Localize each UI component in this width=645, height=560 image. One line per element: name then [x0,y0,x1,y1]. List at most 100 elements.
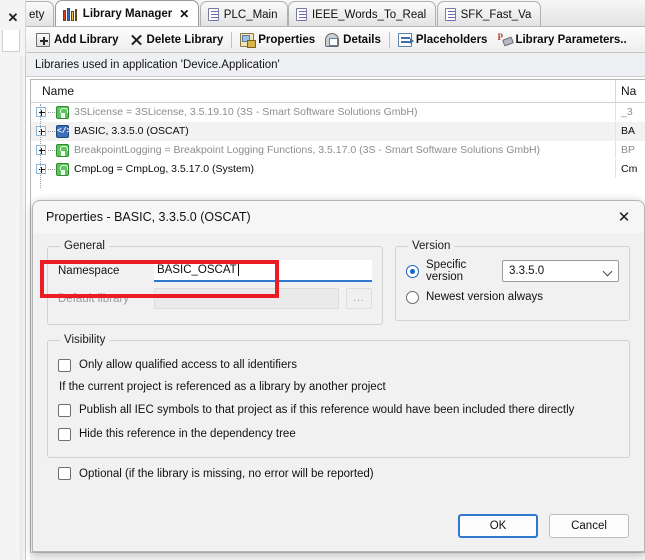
tab-library-manager[interactable]: Library Manager ✕ [54,0,200,26]
row-namespace-cell: BA [615,122,645,140]
tree-connector [48,130,55,132]
placeholders-button[interactable]: Placeholders [393,30,493,50]
publish-symbols-checkbox[interactable] [58,403,71,417]
dialog-title: Properties - BASIC, 3.3.5.0 (OSCAT) [46,210,251,224]
visibility-group: Visibility Only allow qualified access t… [47,334,630,458]
table-row[interactable]: CmpLog = CmpLog, 3.5.17.0 (System) Cm [31,160,645,179]
newest-version-radio[interactable] [406,290,419,304]
details-button[interactable]: Details [320,30,386,50]
dialog-title-bar: Properties - BASIC, 3.3.5.0 (OSCAT) ✕ [33,201,644,234]
library-parameters-icon [497,32,511,47]
publish-symbols-label: Publish all IEC symbols to that project … [79,404,575,416]
books-icon [62,7,78,21]
dialog-button-bar: OK Cancel [458,514,629,538]
library-name: CmpLog = CmpLog, 3.5.17.0 (System) [74,163,255,175]
visibility-legend: Visibility [64,334,106,346]
qualified-access-label: Only allow qualified access to all ident… [79,359,297,371]
qualified-access-row[interactable]: Only allow qualified access to all ident… [58,354,619,376]
properties-icon [240,32,257,48]
tab-ety[interactable]: ety [26,1,55,26]
document-icon [207,8,219,21]
add-library-label: Add Library [54,33,119,46]
expand-icon[interactable] [36,145,46,155]
table-row[interactable]: BreakpointLogging = Breakpoint Logging F… [31,141,645,160]
lock-icon [56,105,69,119]
specific-version-radio[interactable] [406,264,419,278]
default-library-label: Default library [58,292,129,305]
hide-reference-checkbox[interactable] [58,427,71,441]
add-library-icon [36,32,50,47]
delete-library-label: Delete Library [146,33,224,46]
column-header-name[interactable]: Name [31,84,615,98]
cancel-button[interactable]: Cancel [549,514,629,538]
newest-version-label: Newest version always [426,291,543,303]
tab-label: ety [29,8,45,21]
publish-symbols-row[interactable]: Publish all IEC symbols to that project … [58,399,619,421]
row-namespace-cell: _3 [615,103,645,121]
expand-icon[interactable] [36,164,46,174]
expand-icon[interactable] [36,126,46,136]
lock-icon [56,162,69,176]
delete-library-button[interactable]: Delete Library [124,30,229,50]
placeholders-icon [397,32,414,47]
optional-checkbox[interactable] [58,467,71,480]
tab-strip: ety Library Manager ✕ PLC_Main IEEE_Word… [26,0,645,27]
specific-version-row[interactable]: Specific version 3.3.5.0 [406,258,619,284]
left-gutter: ✕ [0,0,26,560]
code-icon: </> [56,124,72,138]
tab-plc-main[interactable]: PLC_Main [199,1,288,26]
ok-button[interactable]: OK [458,514,538,538]
row-namespace-cell: Cm [615,160,645,178]
tab-ieee-words-to-real[interactable]: IEEE_Words_To_Real [287,1,437,26]
library-parameters-button[interactable]: Library Parameters.. [492,30,631,50]
tree-connector [48,111,55,113]
dialog-body: General Namespace BASIC_OSCAT Default li… [33,234,644,480]
grid-header-row: Name Na [31,80,645,103]
specific-version-label: Specific version [426,259,467,283]
column-header-namespace[interactable]: Na [615,80,645,102]
namespace-input[interactable]: BASIC_OSCAT [154,259,372,282]
left-gutter-strip [2,30,20,52]
tree-connector [48,149,55,151]
tree-rail [40,104,41,188]
description-pane-sliver [30,552,645,560]
expand-icon[interactable] [36,107,46,117]
placeholders-label: Placeholders [415,33,488,46]
add-library-button[interactable]: Add Library [31,30,124,50]
tab-close-icon[interactable]: ✕ [179,8,189,20]
version-group: Version Specific version 3.3.5.0 Newest … [395,240,630,321]
library-name: BreakpointLogging = Breakpoint Logging F… [74,144,541,156]
text-caret [237,263,239,276]
optional-row[interactable]: Optional (if the library is missing, no … [58,467,630,480]
tab-sfk-fast-va[interactable]: SFK_Fast_Va [436,1,542,26]
close-icon[interactable]: ✕ [604,201,644,233]
library-parameters-label: Library Parameters.. [515,33,627,46]
tab-label: Library Manager [82,8,173,20]
general-legend: General [64,240,105,252]
row-name-cell: 3SLicense = 3SLicense, 3.5.19.10 (3S - S… [31,105,615,119]
table-row[interactable]: 3SLicense = 3SLicense, 3.5.19.10 (3S - S… [31,103,645,122]
optional-label: Optional (if the library is missing, no … [79,467,374,480]
toolbar-separator [388,31,390,48]
browse-button[interactable]: ... [346,288,372,309]
left-close-icon[interactable]: ✕ [0,6,26,28]
libraries-info-text: Libraries used in application 'Device.Ap… [35,58,280,71]
default-library-input[interactable] [154,288,339,309]
libraries-info-bar: Libraries used in application 'Device.Ap… [26,53,645,77]
table-row[interactable]: </> BASIC, 3.3.5.0 (OSCAT) BA [31,122,645,141]
hide-reference-row[interactable]: Hide this reference in the dependency tr… [58,423,619,445]
properties-button[interactable]: Properties [235,30,320,50]
qualified-access-checkbox[interactable] [58,358,71,372]
document-icon [444,8,456,21]
version-legend: Version [412,240,451,252]
document-icon [295,8,307,21]
tab-label: SFK_Fast_Va [460,8,532,21]
library-name: BASIC, 3.3.5.0 (OSCAT) [74,125,189,137]
namespace-row: Namespace BASIC_OSCAT [58,258,372,283]
version-value: 3.3.5.0 [509,265,545,277]
namespace-value: BASIC_OSCAT [157,263,237,276]
version-select[interactable]: 3.3.5.0 [502,260,619,282]
row-name-cell: </> BASIC, 3.3.5.0 (OSCAT) [31,124,615,138]
newest-version-row[interactable]: Newest version always [406,284,619,310]
namespace-label: Namespace [58,264,120,277]
